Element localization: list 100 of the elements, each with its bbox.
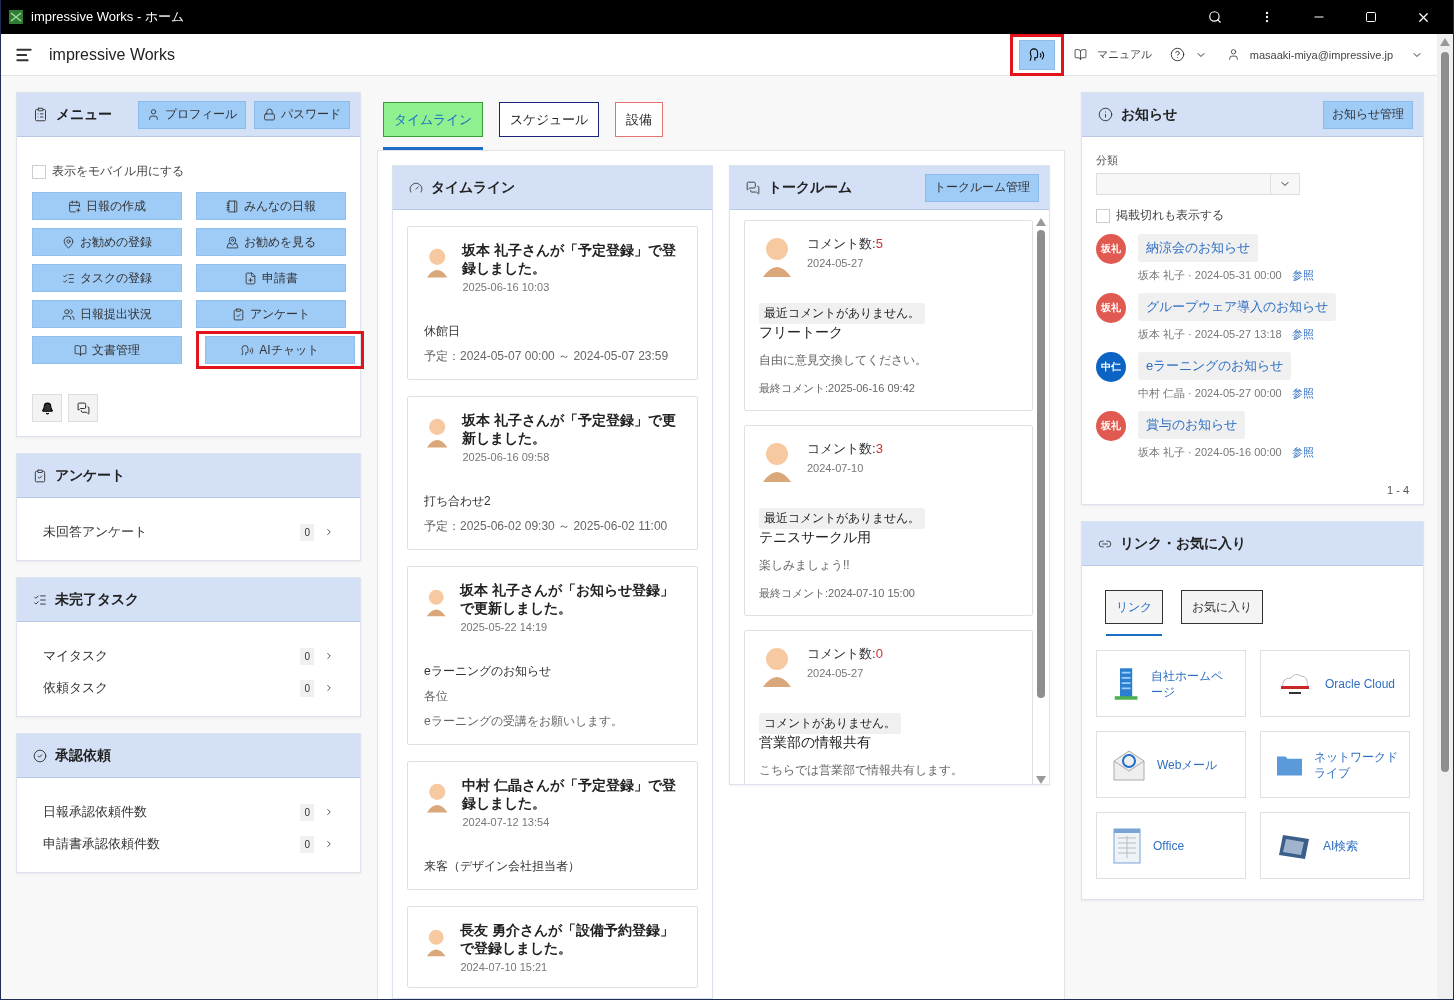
lock-icon (263, 108, 276, 121)
last-comment: 最終コメント:2024-07-10 15:00 (759, 586, 916, 601)
notice-meta: 中村 仁晶 · 2024-05-27 00:00 (1138, 386, 1282, 401)
scroll-up-icon[interactable] (1036, 218, 1046, 226)
app-name: impressive Works (49, 45, 176, 64)
maximize-icon[interactable] (1365, 11, 1377, 23)
tab[interactable]: リンク (1105, 590, 1163, 624)
chevron-right-icon (324, 683, 334, 693)
link-tile[interactable]: Webメール (1096, 731, 1246, 798)
tab[interactable]: 設備 (615, 102, 663, 137)
map-pins-icon (226, 235, 239, 249)
talkroom-description: 楽しみましょう!! (759, 557, 851, 574)
scroll-down-icon[interactable] (1036, 776, 1046, 784)
tab[interactable]: スケジュール (499, 102, 599, 137)
user-icon (147, 108, 160, 121)
link-tile[interactable]: AI検索 (1260, 812, 1410, 879)
view-link[interactable]: 参照 (1291, 268, 1314, 283)
panel-title: 未完了タスク (55, 590, 140, 609)
timeline-subject: 休館日 (424, 323, 461, 340)
status-tag: 最近コメントがありません。 (759, 303, 925, 324)
check-circle-icon (33, 748, 47, 763)
book-icon (1073, 48, 1087, 61)
menu-button[interactable]: アンケート (196, 300, 346, 328)
manual-link[interactable]: マニュアル (1096, 47, 1152, 62)
list-item[interactable]: マイタスク 0 (43, 640, 334, 672)
header-button[interactable]: パスワード (254, 100, 350, 129)
timeline-subject: eラーニングのお知らせ (424, 663, 552, 680)
menu-button[interactable]: 日報の作成 (32, 192, 182, 220)
bell-icon (40, 401, 54, 415)
view-link[interactable]: 参照 (1291, 386, 1314, 401)
user-menu[interactable]: masaaki-miya@impressive.jp (1249, 48, 1393, 61)
notice-title[interactable]: eラーニングのお知らせ (1138, 352, 1292, 380)
talkroom-card[interactable]: コメント数:3 2024-07-10 最近コメントがありません。 テニスサークル用 楽しみましょう!! 最終コメント:2024-07-10 15:00 (744, 425, 1033, 616)
menu-button[interactable]: AIチャット (205, 336, 355, 364)
timeline-text: 各位 (424, 688, 449, 705)
chat-button[interactable] (68, 394, 98, 422)
tab[interactable]: タイムライン (383, 102, 483, 137)
initials-avatar: 中仁 (1096, 352, 1126, 382)
menu-button[interactable]: タスクの登録 (32, 264, 182, 292)
chat-icon (76, 401, 90, 415)
panel-title: 承認依頼 (55, 746, 112, 765)
chevron-right-icon (324, 839, 334, 849)
chevron-right-icon (324, 807, 334, 817)
page-scrollbar[interactable] (1437, 34, 1453, 999)
scrollbar[interactable] (1033, 218, 1049, 784)
link-tile[interactable]: ネットワークドライブ (1260, 731, 1410, 798)
view-link[interactable]: 参照 (1291, 327, 1314, 342)
timeline-headline: 坂本 礼子さんが「予定登録」で登録しました。 (462, 241, 678, 277)
count-badge: 0 (300, 523, 314, 541)
notice-meta: 坂本 礼子 · 2024-05-31 00:00 (1138, 268, 1282, 283)
chevron-right-icon (324, 651, 334, 661)
ai-chat-button[interactable] (1018, 39, 1055, 70)
file-plus-icon (244, 271, 257, 285)
checkbox[interactable] (1096, 208, 1110, 223)
field-label: 分類 (1096, 153, 1119, 168)
link-tile[interactable]: Oracle Cloud (1260, 650, 1410, 717)
checkbox[interactable] (32, 164, 46, 179)
menu-button[interactable]: お勧めの登録 (32, 228, 182, 256)
link-tile[interactable]: Office (1096, 812, 1246, 879)
notice-title[interactable]: 賞与のお知らせ (1138, 411, 1245, 439)
link-tile[interactable]: 自社ホームページ (1096, 650, 1246, 717)
notice-manage-button[interactable]: お知らせ管理 (1323, 100, 1413, 129)
header-button[interactable]: プロフィール (138, 100, 246, 129)
info-icon (1098, 107, 1113, 122)
timeline-date: 2024-07-12 13:54 (462, 816, 551, 828)
search-icon[interactable] (1208, 10, 1222, 24)
initials-avatar: 坂礼 (1096, 234, 1126, 264)
checkbox-label: 掲載切れも表示する (1116, 207, 1224, 224)
chat-icon (746, 180, 760, 195)
notification-button[interactable] (32, 394, 62, 422)
help-icon[interactable] (1169, 47, 1185, 62)
view-link[interactable]: 参照 (1291, 445, 1314, 460)
timeline-date: 2025-06-16 09:58 (462, 451, 551, 463)
talkroom-title: テニスサークル用 (759, 529, 872, 547)
talkroom-manage-button[interactable]: トークルーム管理 (925, 173, 1039, 202)
clipboard-icon (33, 107, 48, 122)
timeline-subject: 来客（デザイン会社担当者） (424, 858, 581, 875)
list-item[interactable]: 未回答アンケート 0 (43, 516, 334, 548)
comment-count: コメント数:0 (807, 645, 883, 663)
panel-title: タイムライン (431, 178, 516, 197)
status-tag: 最近コメントがありません。 (759, 508, 925, 529)
menu-button[interactable]: 日報提出状況 (32, 300, 182, 328)
menu-button[interactable]: お勧めを見る (196, 228, 346, 256)
menu-button[interactable]: 申請書 (196, 264, 346, 292)
user-icon (1226, 48, 1240, 61)
notice-title[interactable]: 納涼会のお知らせ (1138, 234, 1258, 262)
talkroom-card[interactable]: コメント数:5 2024-05-27 最近コメントがありません。 フリートーク 自由に意見交換してください。 最終コメント:2025-06-16 09:42 (744, 220, 1033, 411)
talkroom-card[interactable]: コメント数:0 2024-05-27 コメントがありません。 営業部の情報共有 こちらでは営業部で情報共有します。 (744, 630, 1033, 784)
list-item[interactable]: 申請書承認依頼件数 0 (43, 828, 334, 860)
list-item[interactable]: 日報承認依頼件数 0 (43, 796, 334, 828)
status-tag: コメントがありません。 (759, 713, 901, 734)
talkroom-date: 2024-05-27 (807, 257, 865, 269)
list-item[interactable]: 依頼タスク 0 (43, 672, 334, 704)
window-title: impressive Works - ホーム (31, 8, 185, 26)
comment-count: コメント数:5 (807, 235, 883, 253)
menu-button[interactable]: みんなの日報 (196, 192, 346, 220)
notice-title[interactable]: グループウェア導入のお知らせ (1138, 293, 1336, 321)
talkroom-description: こちらでは営業部で情報共有します。 (759, 762, 964, 779)
tab[interactable]: お気に入り (1181, 590, 1263, 624)
menu-button[interactable]: 文書管理 (32, 336, 182, 364)
